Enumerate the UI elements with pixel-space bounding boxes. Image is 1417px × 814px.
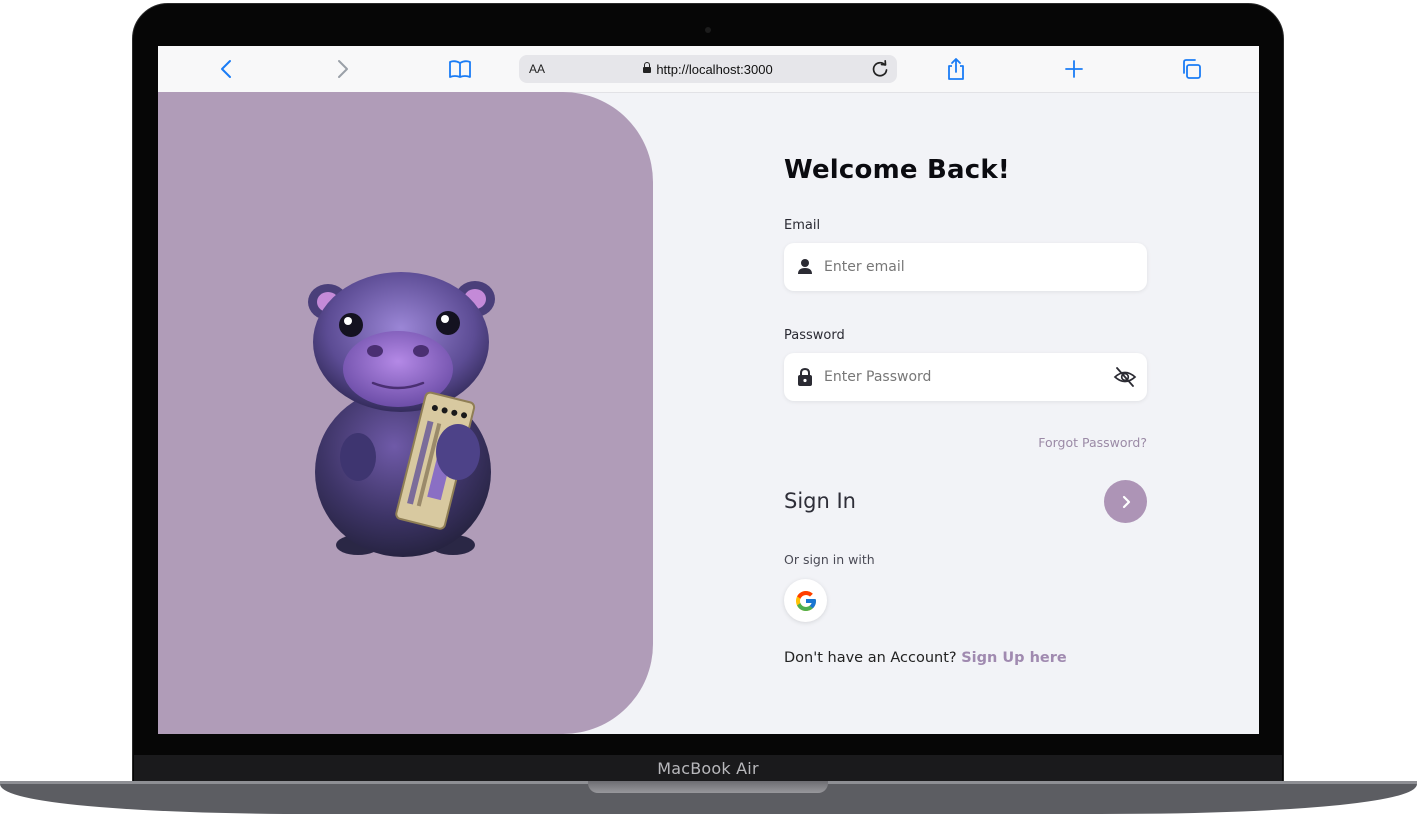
- laptop-hinge: [588, 781, 828, 793]
- screen: AA http://localhost:3000 Welcome Back! E…: [158, 46, 1259, 734]
- email-input[interactable]: [824, 243, 1094, 291]
- back-chevron-icon[interactable]: [213, 56, 239, 82]
- sign-up-prompt: Don't have an Account? Sign Up here: [784, 650, 1067, 666]
- sign-in-label: Sign In: [784, 489, 856, 513]
- address-bar[interactable]: AA http://localhost:3000: [519, 55, 897, 83]
- reload-icon[interactable]: [869, 58, 891, 80]
- forgot-password-link[interactable]: Forgot Password?: [1018, 435, 1147, 450]
- tabs-icon[interactable]: [1178, 56, 1204, 82]
- page-title: Welcome Back!: [784, 155, 1010, 185]
- lock-icon: [643, 62, 652, 73]
- laptop-chin: MacBook Air: [134, 755, 1282, 781]
- illustration-panel: [158, 92, 653, 734]
- eye-slash-icon[interactable]: [1113, 365, 1137, 389]
- padlock-icon: [798, 367, 812, 386]
- camera-icon: [705, 27, 711, 33]
- share-icon[interactable]: [943, 56, 969, 82]
- url-field[interactable]: http://localhost:3000: [519, 62, 897, 77]
- user-icon: [798, 259, 812, 274]
- email-label: Email: [784, 218, 821, 233]
- plus-icon[interactable]: [1061, 56, 1087, 82]
- password-label: Password: [784, 328, 845, 343]
- device-label: MacBook Air: [657, 759, 759, 778]
- no-account-text: Don't have an Account?: [784, 650, 957, 666]
- url-text: http://localhost:3000: [656, 62, 773, 77]
- google-sign-in-button[interactable]: [784, 579, 827, 622]
- google-logo-icon: [795, 590, 816, 611]
- password-input[interactable]: [824, 353, 1094, 401]
- email-field[interactable]: [784, 243, 1147, 291]
- sign-in-button[interactable]: [1104, 480, 1147, 523]
- or-sign-in-with-text: Or sign in with: [784, 552, 875, 567]
- hippo-mascot-illustration: [308, 272, 495, 557]
- forward-chevron-icon[interactable]: [330, 56, 356, 82]
- password-field[interactable]: [784, 353, 1147, 401]
- sign-up-link[interactable]: Sign Up here: [961, 650, 1067, 666]
- browser-toolbar: AA http://localhost:3000: [158, 46, 1259, 93]
- chevron-right-icon: [1122, 495, 1130, 508]
- bookmarks-book-icon[interactable]: [447, 56, 473, 82]
